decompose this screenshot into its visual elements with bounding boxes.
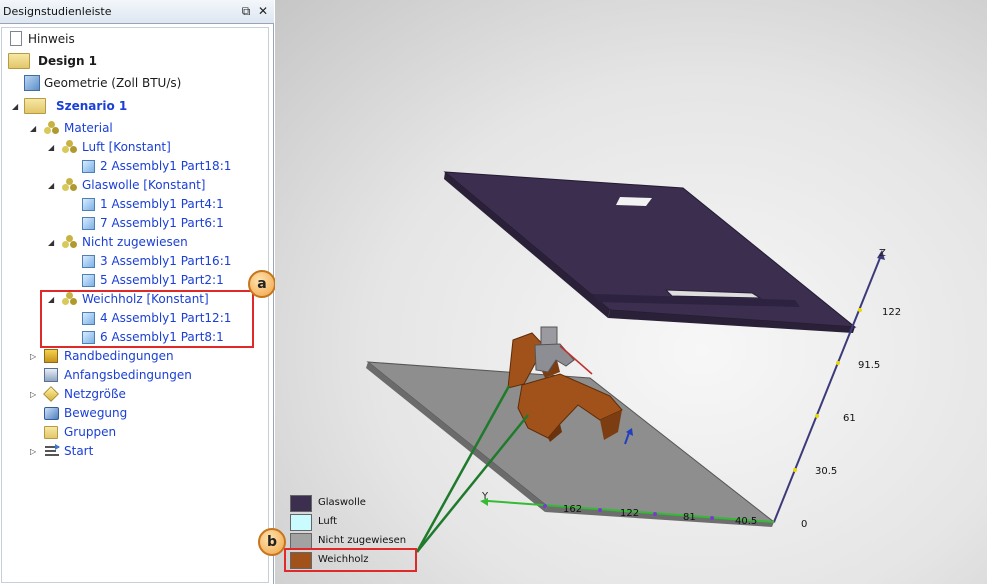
callout-b: b: [258, 528, 286, 556]
y-tick-label: 81: [683, 512, 696, 523]
z-tick-label: 91.5: [858, 360, 880, 371]
y-axis-label: Y: [481, 491, 489, 502]
z-axis-label: Z: [879, 248, 886, 259]
legend-label: Glaswolle: [318, 497, 366, 508]
legend-swatch: [290, 514, 312, 531]
legend-item: Luft: [290, 514, 420, 531]
top-plate-hole: [616, 197, 652, 206]
y-tick-label: 40.5: [735, 516, 757, 527]
model-scene: Z Y 122 91.5 61 30.5 0 162 122 81 40.5: [366, 171, 901, 553]
z-tick-dot: [793, 468, 797, 472]
z-tick-label: 30.5: [815, 466, 837, 477]
legend-label: Luft: [318, 516, 337, 527]
y-tick-dot: [543, 504, 547, 508]
z-tick-dot: [815, 414, 819, 418]
highlight-weichholz-legend: [284, 548, 417, 572]
legend-item: Glaswolle: [290, 495, 420, 512]
y-tick-label: 122: [620, 508, 639, 519]
legend-label: Nicht zugewiesen: [318, 535, 407, 546]
legend-swatch: [290, 495, 312, 512]
y-tick-dot: [598, 508, 602, 512]
z-tick-dot: [836, 361, 840, 365]
y-tick-label: 162: [563, 504, 582, 515]
z-tick-dot: [858, 308, 862, 312]
y-tick-dot: [653, 512, 657, 516]
z-tick-label: 0: [801, 519, 807, 530]
y-tick-dot: [710, 516, 714, 520]
z-tick-label: 122: [882, 307, 901, 318]
figure-head: [540, 326, 558, 346]
z-tick-label: 61: [843, 413, 856, 424]
